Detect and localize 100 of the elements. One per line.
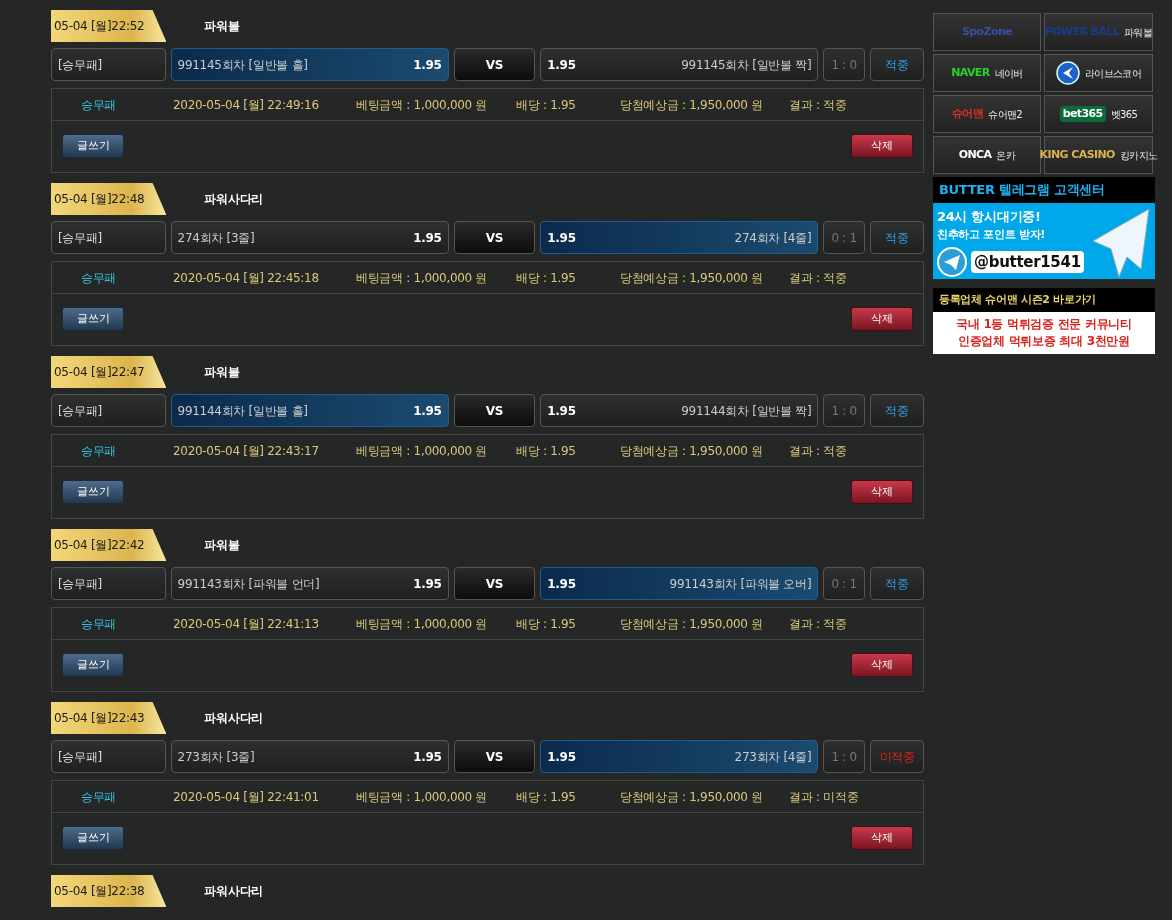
pick-option[interactable]: 1.95 274회차 [4줄] xyxy=(540,221,819,254)
partner-banner[interactable]: 등록업체 슈어맨 시즌2 바로가기 국내 1등 먹튀검증 전문 커뮤니티 인증업체 먹튀보증 최대 3천만원 xyxy=(933,288,1155,354)
info-text: 결과 : 적중 xyxy=(789,269,848,287)
banner-title: BUTTER 텔레그램 고객센터 xyxy=(933,177,1155,203)
odds-value: 1.95 xyxy=(547,402,576,420)
info-text: 2020-05-04 [월] 22:41:01 xyxy=(173,788,320,806)
game-title: 파워볼 xyxy=(204,364,240,381)
link-label: 벳365 xyxy=(1110,107,1138,122)
telegram-banner[interactable]: BUTTER 텔레그램 고객센터 24시 항시대기중! 친추하고 포인트 받자! @butter1541 xyxy=(933,177,1155,279)
write-button[interactable]: 글쓰기 xyxy=(62,480,124,504)
pick-label: 273회차 [4줄] xyxy=(734,748,812,766)
info-text: 2020-05-04 [월] 22:43:17 xyxy=(173,442,320,460)
link-tile[interactable]: 라이브스코어 xyxy=(1044,54,1153,92)
pick-option[interactable]: 274회차 [3줄] 1.95 xyxy=(170,221,449,254)
link-label: 슈어맨2 xyxy=(988,107,1023,122)
game-title: 파워볼 xyxy=(204,537,240,554)
pick-option[interactable]: 1.95 991145회차 [일반볼 짝] xyxy=(540,48,819,81)
link-label: 파워볼 xyxy=(1124,25,1153,40)
pick-option[interactable]: 1.95 273회차 [4줄] xyxy=(540,740,819,773)
result-box: 미적중 xyxy=(870,740,924,773)
time-tag: 05-04 [월]22:43 xyxy=(51,702,167,734)
logo-text: ONCA xyxy=(958,146,992,163)
banner-title: 등록업체 슈어맨 시즌2 바로가기 xyxy=(933,288,1155,312)
info-text: 결과 : 미적중 xyxy=(789,788,860,806)
pick-label: 991144회차 [일반볼 홀] xyxy=(177,402,308,420)
logo-text: SpoZone xyxy=(962,23,1012,40)
pick-option[interactable]: 991143회차 [파워볼 언더] 1.95 xyxy=(170,567,449,600)
pick-label: 991143회차 [파워볼 오버] xyxy=(669,575,812,593)
pick-option[interactable]: 273회차 [3줄] 1.95 xyxy=(170,740,449,773)
link-tile[interactable]: 슈어맨 슈어맨2 xyxy=(933,95,1041,133)
link-label: 온카 xyxy=(996,148,1016,163)
info-text: 승무패 xyxy=(79,615,118,633)
link-label: 네이버 xyxy=(994,66,1023,81)
delete-button[interactable]: 삭제 xyxy=(851,826,913,850)
link-tile[interactable]: bet365 벳365 xyxy=(1044,95,1153,133)
vs-box: VS xyxy=(453,221,536,254)
bet-type-box: [승무패] xyxy=(51,740,166,773)
pick-option[interactable]: 1.95 991143회차 [파워볼 오버] xyxy=(540,567,819,600)
info-text: 당첨예상금 : 1,950,000 원 xyxy=(620,269,764,287)
delete-button[interactable]: 삭제 xyxy=(851,480,913,504)
vs-box: VS xyxy=(453,394,536,427)
vs-box: VS xyxy=(453,740,536,773)
link-tile[interactable]: ONCA 온카 xyxy=(933,136,1041,174)
pick-label: 274회차 [4줄] xyxy=(734,229,812,247)
odds-value: 1.95 xyxy=(413,575,442,593)
info-text: 2020-05-04 [월] 22:49:16 xyxy=(173,96,320,114)
info-text: 베팅금액 : 1,000,000 원 xyxy=(356,442,489,460)
link-tile[interactable]: POWER BALL 파워볼 xyxy=(1044,13,1153,51)
logo-text: NAVER xyxy=(951,64,990,81)
score-box: 1 : 0 xyxy=(823,48,866,81)
info-text: 배당 : 1.95 xyxy=(516,96,577,114)
info-text: 결과 : 적중 xyxy=(789,615,848,633)
write-button[interactable]: 글쓰기 xyxy=(62,653,124,677)
pick-label: 274회차 [3줄] xyxy=(177,229,255,247)
logo-text: 슈어맨 xyxy=(951,105,984,122)
game-title: 파워볼 xyxy=(204,18,240,35)
info-text: 승무패 xyxy=(79,442,118,460)
telegram-handle: @butter1541 xyxy=(971,250,1084,274)
write-button[interactable]: 글쓰기 xyxy=(62,307,124,331)
game-title: 파워사다리 xyxy=(204,883,263,900)
info-text: 승무패 xyxy=(79,269,118,287)
delete-button[interactable]: 삭제 xyxy=(851,653,913,677)
info-text: 당첨예상금 : 1,950,000 원 xyxy=(620,615,764,633)
pick-label: 991145회차 [일반볼 홀] xyxy=(177,56,308,74)
info-text: 당첨예상금 : 1,950,000 원 xyxy=(620,96,764,114)
game-title: 파워사다리 xyxy=(204,191,263,208)
pick-option[interactable]: 991145회차 [일반볼 홀] 1.95 xyxy=(170,48,449,81)
logo-text: bet365 xyxy=(1059,105,1106,123)
time-tag: 05-04 [월]22:48 xyxy=(51,183,167,215)
odds-value: 1.95 xyxy=(547,56,576,74)
time-tag: 05-04 [월]22:47 xyxy=(51,356,167,388)
write-button[interactable]: 글쓰기 xyxy=(62,826,124,850)
arrow-circle-icon xyxy=(1055,61,1080,85)
write-button[interactable]: 글쓰기 xyxy=(62,134,124,158)
odds-value: 1.95 xyxy=(547,748,576,766)
bet-type-box: [승무패] xyxy=(51,221,166,254)
info-text: 2020-05-04 [월] 22:45:18 xyxy=(173,269,320,287)
score-box: 1 : 0 xyxy=(823,394,866,427)
pick-label: 991143회차 [파워볼 언더] xyxy=(177,575,320,593)
delete-button[interactable]: 삭제 xyxy=(851,134,913,158)
info-text: 배당 : 1.95 xyxy=(516,615,577,633)
paper-plane-icon xyxy=(937,247,967,277)
result-box: 적중 xyxy=(870,567,924,600)
pick-option[interactable]: 991144회차 [일반볼 홀] 1.95 xyxy=(170,394,449,427)
pick-label: 991144회차 [일반볼 짝] xyxy=(681,402,812,420)
link-tile[interactable]: NAVER 네이버 xyxy=(933,54,1041,92)
pick-option[interactable]: 1.95 991144회차 [일반볼 짝] xyxy=(540,394,819,427)
delete-button[interactable]: 삭제 xyxy=(851,307,913,331)
info-text: 배당 : 1.95 xyxy=(516,269,577,287)
odds-value: 1.95 xyxy=(413,56,442,74)
info-text: 당첨예상금 : 1,950,000 원 xyxy=(620,788,764,806)
info-text: 베팅금액 : 1,000,000 원 xyxy=(356,788,489,806)
odds-value: 1.95 xyxy=(547,229,576,247)
vs-box: VS xyxy=(453,567,536,600)
time-tag: 05-04 [월]22:38 xyxy=(51,875,167,907)
result-box: 적중 xyxy=(870,394,924,427)
bet-type-box: [승무패] xyxy=(51,48,166,81)
banner-text: 인증업체 먹튀보증 최대 3천만원 xyxy=(957,332,1131,350)
odds-value: 1.95 xyxy=(547,575,576,593)
bet-type-box: [승무패] xyxy=(51,394,166,427)
